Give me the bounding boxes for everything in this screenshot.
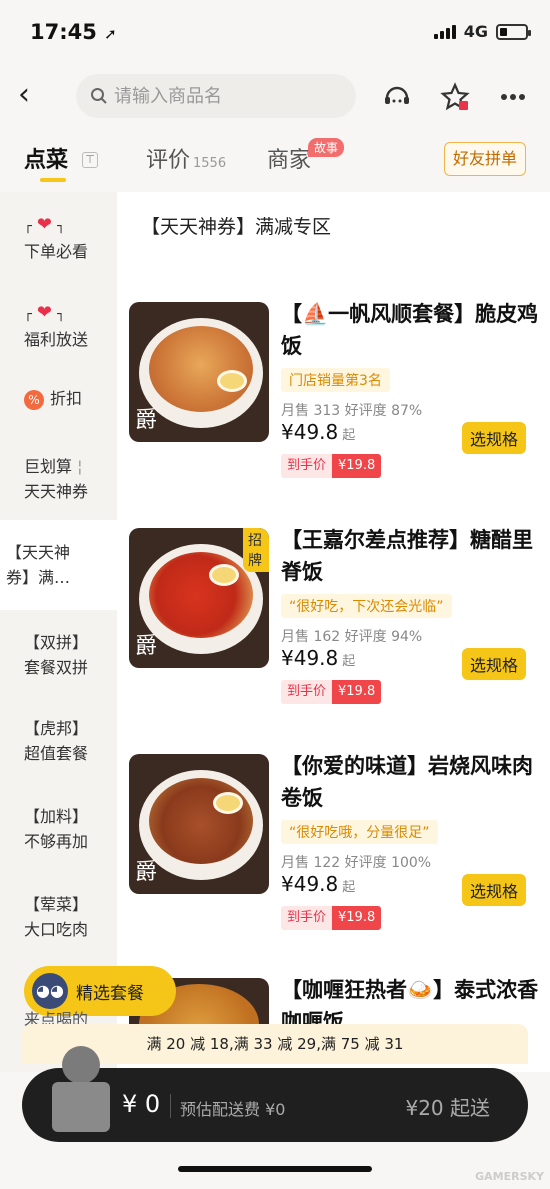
tab-active-indicator — [40, 178, 66, 182]
cart-mascot-icon[interactable] — [50, 1046, 112, 1138]
chat-bubble-icon — [385, 86, 409, 104]
product-card[interactable]: 招牌 爵 【王嘉尔差点推荐】糖醋里脊饭 “很好吃，下次还会光临” 月售 162 … — [117, 528, 550, 738]
product-sales: 月售 313 好评度 87% — [281, 403, 423, 419]
sidebar-item-label: 折扣 — [50, 389, 83, 408]
brand-watermark: 爵 — [135, 860, 158, 885]
sidebar-item-label: 超值套餐 — [24, 744, 89, 763]
favorite-star-icon[interactable] — [438, 80, 472, 114]
sidebar-item-label: 券】满… — [6, 568, 71, 587]
sidebar-item-label: 福利放送 — [24, 330, 89, 349]
sidebar-item-hubang[interactable]: 【虎邦】 超值套餐 — [0, 716, 117, 766]
sidebar-item-label: 巨划算 — [24, 457, 73, 476]
sidebar-item-extra[interactable]: 【加料】 不够再加 — [0, 804, 117, 854]
reviews-count: 1556 — [193, 156, 227, 171]
select-spec-button[interactable]: 选规格 — [461, 648, 526, 680]
final-price-tag: 到手价 ¥19.8 — [281, 906, 382, 930]
product-sales: 月售 122 好评度 100% — [281, 855, 432, 871]
sidebar-item-meat[interactable]: 【荤菜】 大口吃肉 — [0, 892, 117, 942]
sidebar-item-label: 套餐双拼 — [24, 658, 89, 677]
more-icon[interactable] — [496, 80, 530, 114]
sidebar-item-label: 【天天神 — [6, 543, 71, 562]
product-price: ¥49.8 起 — [281, 420, 356, 444]
delivery-fee: 预估配送费 ¥0 — [180, 1100, 286, 1119]
group-chat-icon[interactable] — [380, 80, 414, 114]
status-bar: 17:45 ➚ 4G — [0, 0, 550, 62]
minimum-order: ¥20 起送 — [405, 1096, 490, 1120]
sidebar-item-label: 【虎邦】 — [24, 719, 89, 738]
tab-order-label: 点菜 — [24, 148, 69, 173]
product-image: 招牌 爵 — [129, 528, 269, 668]
product-review-quote: “很好吃哦，分量很足” — [281, 820, 438, 844]
tab-reviews-label: 评价 — [146, 148, 191, 173]
robot-mascot-icon: ◕◕ — [32, 973, 68, 1009]
back-button[interactable]: ‹ — [18, 80, 48, 110]
heart-icon: ❤ — [36, 302, 53, 323]
status-time: 17:45 ➚ — [30, 20, 117, 44]
more-dots-icon — [501, 94, 525, 100]
sidebar-item-label: 大口吃肉 — [24, 920, 89, 939]
product-review-quote: “很好吃，下次还会光临” — [281, 594, 452, 618]
featured-label: 精选套餐 — [76, 983, 144, 1004]
watermark: GAMERSKY — [475, 1170, 544, 1183]
merchant-story-badge: 故事 — [308, 138, 345, 157]
brand-watermark: 爵 — [135, 634, 158, 659]
final-price-tag: 到手价 ¥19.8 — [281, 454, 382, 478]
cart-total: ¥ 0 — [122, 1090, 161, 1118]
product-name: 【你爱的味道】岩烧风味肉卷饭 — [281, 754, 533, 810]
heart-icon: ❤ — [36, 214, 53, 235]
product-image: 爵 — [129, 754, 269, 894]
sidebar-item-label: 下单必看 — [24, 242, 89, 261]
tab-order[interactable]: 点菜 — [24, 142, 68, 174]
network-label: 4G — [463, 22, 488, 41]
final-price-tag: 到手价 ¥19.8 — [281, 680, 382, 704]
tab-reviews[interactable]: 评价 1556 — [146, 142, 226, 174]
product-sales: 月售 162 好评度 94% — [281, 629, 423, 645]
nav-bar: ‹ — [0, 62, 550, 132]
status-indicators: 4G — [433, 22, 531, 41]
product-card[interactable]: 爵 【⛵一帆风顺套餐】脆皮鸡饭 门店销量第3名 月售 313 好评度 87% ¥… — [117, 302, 550, 512]
sidebar-item-label: 天天神券 — [24, 482, 89, 501]
star-icon — [440, 82, 470, 111]
search-icon — [91, 88, 107, 104]
category-sidebar: ┌ ❤ ┐ 下单必看 ┌ ❤ ┐ 福利放送 % 折扣 巨划算 ¦ 天天神券 【天天… — [0, 192, 117, 1072]
product-image: 爵 — [129, 302, 269, 442]
home-indicator[interactable] — [178, 1166, 372, 1172]
sidebar-item-label: 不够再加 — [24, 832, 89, 851]
tab-merchant[interactable]: 商家 — [267, 142, 311, 174]
cart-divider — [170, 1094, 171, 1118]
brand-watermark: 爵 — [135, 408, 158, 433]
sidebar-item-welfare[interactable]: ┌ ❤ ┐ 福利放送 — [0, 300, 117, 352]
product-price: ¥49.8 起 — [281, 872, 356, 896]
sidebar-item-must-read[interactable]: ┌ ❤ ┐ 下单必看 — [0, 212, 117, 264]
pin-top-icon[interactable]: ⊤ — [82, 152, 98, 168]
search-bar[interactable] — [76, 74, 356, 118]
signature-tag: 招牌 — [243, 528, 269, 572]
sidebar-item-label: 【荤菜】 — [24, 895, 89, 914]
sidebar-item-bargain[interactable]: 巨划算 ¦ 天天神券 — [0, 454, 117, 504]
discount-tag-icon: % — [24, 389, 44, 410]
section-title: 【天天神券】满减专区 — [141, 216, 332, 238]
sidebar-item-double[interactable]: 【双拼】 套餐双拼 — [0, 630, 117, 680]
product-price: ¥49.8 起 — [281, 646, 356, 670]
sidebar-item-label: 【双拼】 — [24, 633, 89, 652]
signal-icon — [433, 24, 456, 39]
select-spec-button[interactable]: 选规格 — [461, 422, 526, 454]
tab-merchant-label: 商家 — [267, 148, 312, 173]
battery-icon — [496, 23, 531, 40]
product-list: 【天天神券】满减专区 爵 【⛵一帆风顺套餐】脆皮鸡饭 门店销量第3名 月售 31… — [117, 192, 550, 1072]
product-badge: 门店销量第3名 — [281, 368, 390, 392]
sidebar-item-label: 【加料】 — [24, 807, 89, 826]
cart-bar[interactable]: ¥ 0 预估配送费 ¥0 ¥20 起送 — [22, 1046, 528, 1142]
product-name: 【⛵一帆风顺套餐】脆皮鸡饭 — [281, 302, 539, 358]
sidebar-item-discount[interactable]: % 折扣 — [0, 386, 117, 411]
sidebar-item-daily-coupon[interactable]: 【天天神 券】满… — [0, 520, 117, 610]
friend-order-button[interactable]: 好友拼单 — [443, 142, 526, 176]
search-input[interactable] — [114, 85, 314, 107]
product-name: 【王嘉尔差点推荐】糖醋里脊饭 — [281, 528, 533, 584]
select-spec-button[interactable]: 选规格 — [461, 874, 526, 906]
product-card[interactable]: 爵 【你爱的味道】岩烧风味肉卷饭 “很好吃哦，分量很足” 月售 122 好评度 … — [117, 754, 550, 964]
tab-bar: 点菜 ⊤ 评价 1556 商家 故事 好友拼单 — [0, 134, 550, 190]
